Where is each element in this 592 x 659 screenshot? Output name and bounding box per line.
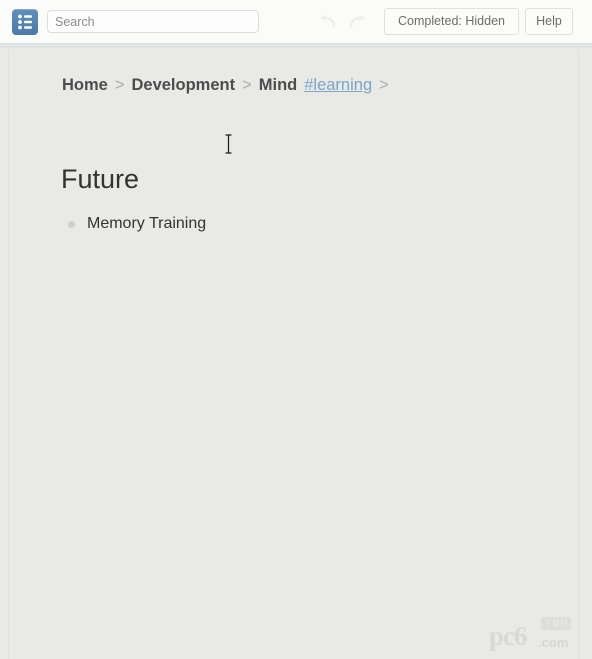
- breadcrumb-separator: >: [379, 76, 389, 94]
- breadcrumb-tag-link[interactable]: #learning: [304, 76, 372, 94]
- breadcrumb-item-mind[interactable]: Mind: [259, 76, 298, 94]
- task-list: Memory Training: [62, 212, 206, 236]
- content-right-edge: [578, 49, 579, 659]
- content-left-edge: [8, 49, 9, 659]
- history-buttons: [318, 13, 370, 31]
- list-item[interactable]: Memory Training: [62, 212, 206, 236]
- list-app-icon[interactable]: [12, 9, 38, 35]
- breadcrumb-item-home[interactable]: Home: [62, 76, 108, 94]
- breadcrumb-separator: >: [114, 76, 125, 94]
- app-window: Completed: Hidden Help Home > Development >…: [0, 0, 592, 659]
- page-title: Future: [61, 164, 140, 194]
- watermark: pc6 .com 下载站: [489, 615, 581, 653]
- page-content: Home > Development > Mind #learning > Future M…: [0, 49, 592, 659]
- breadcrumb-item-development[interactable]: Development: [131, 76, 235, 94]
- undo-arrow-icon[interactable]: [318, 13, 340, 31]
- bullet-icon: [68, 221, 75, 228]
- watermark-logo: pc6: [489, 621, 527, 651]
- watermark-suffix: .com: [538, 635, 569, 650]
- completed-filter-button[interactable]: Completed: Hidden: [384, 8, 519, 35]
- search-input[interactable]: [47, 10, 259, 33]
- list-item-label: Memory Training: [87, 215, 207, 232]
- breadcrumb: Home > Development > Mind #learning >: [62, 75, 396, 95]
- redo-arrow-icon[interactable]: [345, 13, 367, 31]
- help-button[interactable]: Help: [525, 8, 573, 35]
- toolbar: Completed: Hidden Help: [0, 0, 592, 44]
- text-cursor: [224, 134, 233, 154]
- watermark-badge: 下载站: [541, 617, 571, 630]
- breadcrumb-separator: >: [242, 76, 252, 94]
